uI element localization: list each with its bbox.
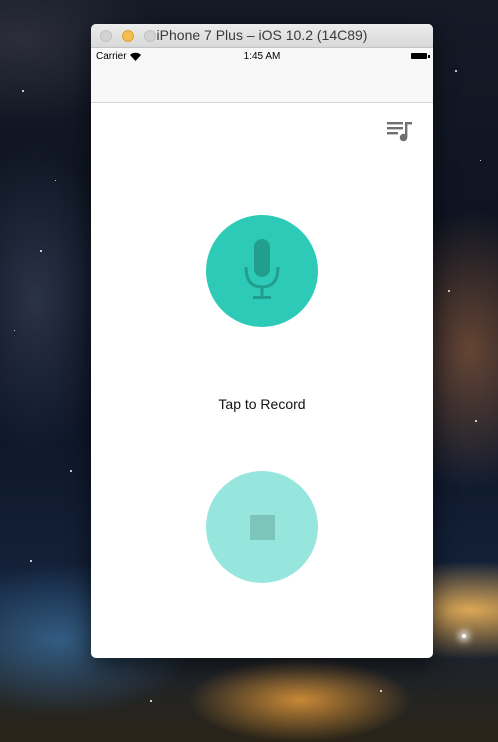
star xyxy=(380,690,382,692)
star xyxy=(22,90,24,92)
star xyxy=(480,160,481,161)
status-time: 1:45 AM xyxy=(243,51,281,62)
microphone-icon xyxy=(244,239,280,299)
star xyxy=(40,250,42,252)
star xyxy=(70,470,72,472)
stop-icon xyxy=(249,514,275,540)
window-title: iPhone 7 Plus – iOS 10.2 (14C89) xyxy=(156,27,368,43)
stop-button[interactable] xyxy=(206,471,318,583)
record-status-label: Tap to Record xyxy=(218,396,306,412)
star xyxy=(462,634,466,638)
star xyxy=(455,70,457,72)
star xyxy=(55,180,56,181)
playlist-button[interactable] xyxy=(386,119,414,143)
star xyxy=(30,560,32,562)
window-titlebar: iPhone 7 Plus – iOS 10.2 (14C89) xyxy=(91,24,433,48)
star xyxy=(448,290,450,292)
record-button[interactable] xyxy=(206,215,318,327)
playlist-music-icon xyxy=(387,122,412,142)
navigation-bar xyxy=(91,66,433,103)
recorder-view: Tap to Record xyxy=(91,103,433,638)
star xyxy=(150,700,152,702)
battery-icon xyxy=(411,53,430,59)
star xyxy=(14,330,15,331)
simulator-window: iPhone 7 Plus – iOS 10.2 (14C89) Carrier… xyxy=(91,24,433,658)
star xyxy=(475,420,477,422)
ios-status-bar: Carrier 1:45 AM xyxy=(91,48,433,66)
